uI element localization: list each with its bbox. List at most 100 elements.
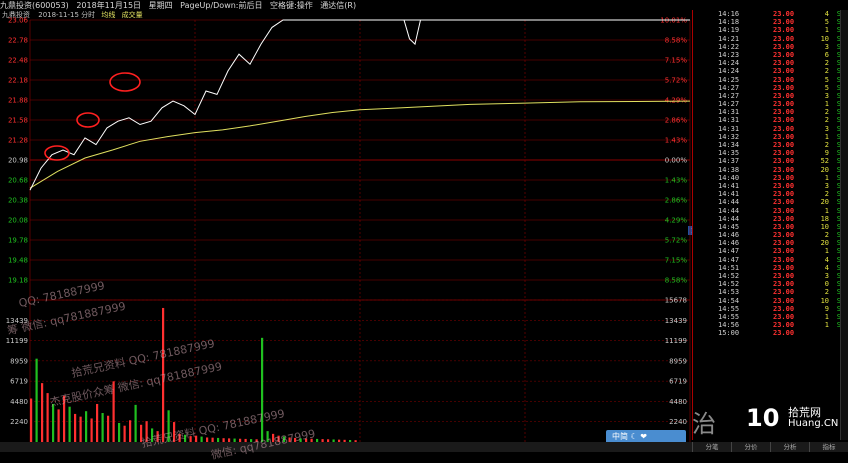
- volume-tick-label-right: 8959: [669, 357, 687, 365]
- trade-time: 14:41: [718, 190, 740, 199]
- trade-price: 23.00: [773, 124, 795, 133]
- trade-row: 14:21 23.00 10 S: [693, 35, 848, 43]
- trade-time: 14:52: [718, 272, 740, 280]
- trade-volume: 2: [824, 108, 829, 117]
- trade-volume: 6: [824, 50, 829, 59]
- trade-volume: 1: [824, 132, 829, 141]
- pct-tick-label: 8.58%: [665, 37, 688, 45]
- trade-time: 14:46: [718, 239, 740, 248]
- volume-tick-label-left: 8959: [10, 357, 28, 365]
- volume-tick-label-right: 2240: [669, 418, 687, 426]
- trade-time: 14:24: [718, 59, 740, 68]
- volume-bar: [96, 403, 99, 442]
- trade-time: 14:51: [718, 263, 740, 272]
- trade-price: 23.00: [773, 296, 795, 305]
- trade-volume: 1: [824, 173, 829, 182]
- trade-row: 14:55 23.00 1 S: [693, 313, 848, 321]
- trade-volume: 9: [824, 149, 829, 158]
- pct-tick-label: 5.72%: [665, 77, 688, 85]
- trade-price: 23.00: [773, 214, 795, 223]
- bottom-tab-2[interactable]: 分价: [731, 442, 770, 452]
- price-tick-label: 21.88: [8, 97, 28, 105]
- trade-time: 14:31: [718, 116, 740, 125]
- trade-row: 14:40 23.00 1 S: [693, 174, 848, 182]
- trade-time: 14:19: [718, 26, 740, 35]
- volume-tick-label-right: 15678: [665, 297, 687, 305]
- trade-time: 14:35: [718, 149, 740, 158]
- logo-number: 10: [746, 404, 780, 432]
- trade-volume: 0: [824, 280, 829, 289]
- trade-time: 14:44: [718, 206, 740, 215]
- trade-time: 14:40: [718, 173, 740, 182]
- pct-tick-label: 4.29%: [665, 217, 688, 225]
- trade-price: 23.00: [773, 304, 795, 313]
- trade-price: 23.00: [773, 280, 795, 289]
- trade-time: 14:46: [718, 231, 740, 240]
- trade-price: 23.00: [773, 83, 795, 92]
- trade-row: 14:23 23.00 6 S: [693, 51, 848, 59]
- trade-time: 14:44: [718, 214, 740, 223]
- trade-row: 14:31 23.00 3 S: [693, 125, 848, 133]
- trade-time: 14:41: [718, 181, 740, 190]
- trade-time: 14:27: [718, 83, 740, 92]
- trade-volume: 1: [824, 100, 829, 109]
- trade-volume: 2: [824, 190, 829, 199]
- volume-tick-label-left: 4480: [10, 398, 28, 406]
- trade-row: 14:24 23.00 2 S: [693, 67, 848, 75]
- bottom-tab-3[interactable]: 分析: [770, 442, 809, 452]
- trade-row: 14:46 23.00 20 S: [693, 239, 848, 247]
- trade-price: 23.00: [773, 255, 795, 264]
- trade-volume: 3: [824, 124, 829, 133]
- bottom-bar: 分笔 分价 分析 指标: [0, 442, 848, 452]
- trade-time: 14:55: [718, 304, 740, 313]
- trade-row: 14:24 23.00 2 S: [693, 59, 848, 67]
- trade-volume: 20: [820, 165, 829, 174]
- bottom-tab-1[interactable]: 分笔: [692, 442, 731, 452]
- volume-bar: [101, 413, 104, 442]
- price-tick-label: 20.08: [8, 217, 28, 225]
- trade-row: 14:37 23.00 52 S: [693, 157, 848, 165]
- trade-volume: 4: [824, 263, 829, 272]
- trade-price: 23.00: [773, 116, 795, 125]
- trade-price: 23.00: [773, 231, 795, 240]
- volume-bar: [74, 413, 77, 442]
- trade-volume: 20: [820, 239, 829, 248]
- price-tick-label: 21.28: [8, 137, 28, 145]
- trade-time: 14:27: [718, 100, 740, 109]
- volume-bar: [41, 383, 44, 442]
- trade-row: 14:44 23.00 18 S: [693, 215, 848, 223]
- trade-row: 14:27 23.00 3 S: [693, 92, 848, 100]
- trade-row: 14:19 23.00 1 S: [693, 26, 848, 34]
- trade-time: 14:56: [718, 321, 740, 330]
- site-logo: 治 10 拾荒网 Huang.CN: [692, 404, 848, 444]
- trade-time: 14:47: [718, 247, 740, 256]
- volume-bar: [261, 337, 264, 442]
- trade-time: 14:16: [718, 10, 740, 18]
- trade-row: 14:16 23.00 4 S: [693, 10, 848, 18]
- bottom-tab-4[interactable]: 指标: [809, 442, 848, 452]
- trade-price: 23.00: [773, 263, 795, 272]
- volume-tick-label-left: 6719: [10, 378, 28, 386]
- trade-row: 14:53 23.00 2 S: [693, 288, 848, 296]
- trade-time: 14:53: [718, 288, 740, 297]
- trade-time: 14:23: [718, 50, 740, 59]
- trade-volume: 2: [824, 231, 829, 240]
- trade-row: 14:52 23.00 3 S: [693, 272, 848, 280]
- ticker-scrollbar[interactable]: [840, 10, 848, 440]
- volume-bar: [118, 422, 121, 442]
- price-tick-label: 22.48: [8, 57, 28, 65]
- intraday-chart[interactable]: 23.06 10.01%22.78 8.58%22.48 7.15%22.18 5.72…: [0, 0, 692, 442]
- trade-volume: 3: [824, 272, 829, 280]
- volume-tick-label-right: 13439: [665, 317, 687, 325]
- trade-volume: 4: [824, 255, 829, 264]
- volume-bar: [129, 420, 132, 442]
- trade-price: 23.00: [773, 157, 795, 166]
- trade-ticker-panel[interactable]: 14:16 23.00 4 S 14:18 23.00 5 S 14:19 23.00 1 S 14:2…: [692, 10, 848, 440]
- trade-time: 14:31: [718, 108, 740, 117]
- trade-volume: 9: [824, 304, 829, 313]
- trade-row: 14:45 23.00 10 S: [693, 223, 848, 231]
- trade-time: 14:18: [718, 18, 740, 27]
- volume-bar: [90, 418, 93, 442]
- trade-time: 14:54: [718, 296, 740, 305]
- trade-row: 14:35 23.00 9 S: [693, 149, 848, 157]
